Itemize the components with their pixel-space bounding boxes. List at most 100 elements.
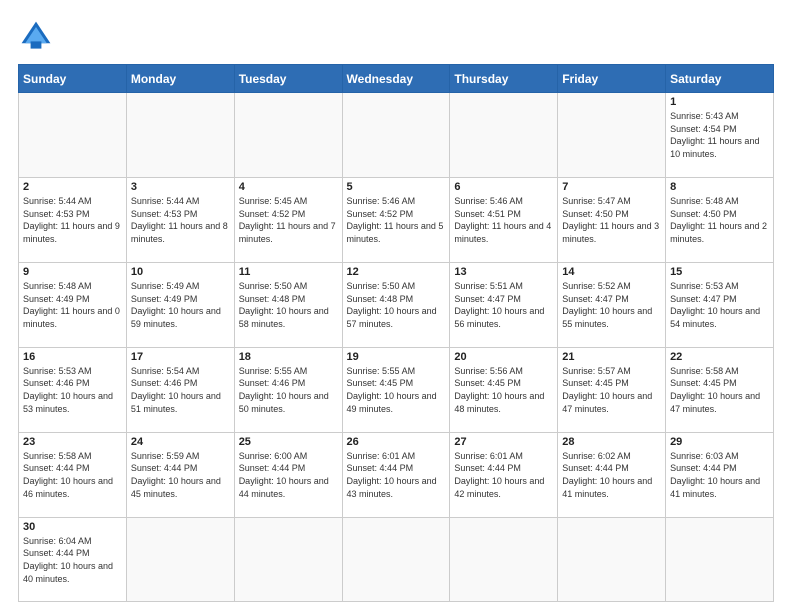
calendar-day-cell [342, 517, 450, 601]
day-number: 13 [454, 266, 553, 278]
day-number: 8 [670, 181, 769, 193]
calendar-day-cell [450, 517, 558, 601]
day-info: Sunrise: 5:43 AM Sunset: 4:54 PM Dayligh… [670, 110, 769, 160]
day-info: Sunrise: 6:00 AM Sunset: 4:44 PM Dayligh… [239, 450, 338, 500]
calendar-day-cell: 24Sunrise: 5:59 AM Sunset: 4:44 PM Dayli… [126, 432, 234, 517]
day-number: 18 [239, 351, 338, 363]
day-info: Sunrise: 5:44 AM Sunset: 4:53 PM Dayligh… [131, 195, 230, 245]
day-number: 28 [562, 436, 661, 448]
day-number: 29 [670, 436, 769, 448]
day-info: Sunrise: 5:48 AM Sunset: 4:49 PM Dayligh… [23, 280, 122, 330]
calendar-day-cell: 20Sunrise: 5:56 AM Sunset: 4:45 PM Dayli… [450, 347, 558, 432]
calendar-day-cell: 25 Sunrise: 6:00 AM Sunset: 4:44 PM Dayli… [234, 432, 342, 517]
day-info: Sunrise: 5:52 AM Sunset: 4:47 PM Dayligh… [562, 280, 661, 330]
calendar-day-cell: 3 Sunrise: 5:44 AM Sunset: 4:53 PM Daylig… [126, 177, 234, 262]
calendar-day-cell: 30Sunrise: 6:04 AM Sunset: 4:44 PM Dayli… [19, 517, 127, 601]
calendar-day-cell: 16 Sunrise: 5:53 AM Sunset: 4:46 PM Dayli… [19, 347, 127, 432]
day-number: 11 [239, 266, 338, 278]
calendar-day-cell: 4 Sunrise: 5:45 AM Sunset: 4:52 PM Daylig… [234, 177, 342, 262]
day-info: Sunrise: 5:48 AM Sunset: 4:50 PM Dayligh… [670, 195, 769, 245]
calendar-week-row: 1 Sunrise: 5:43 AM Sunset: 4:54 PM Daylig… [19, 93, 774, 178]
day-number: 4 [239, 181, 338, 193]
calendar-day-cell: 1 Sunrise: 5:43 AM Sunset: 4:54 PM Daylig… [666, 93, 774, 178]
calendar-day-cell [342, 93, 450, 178]
calendar-day-cell: 5 Sunrise: 5:46 AM Sunset: 4:52 PM Daylig… [342, 177, 450, 262]
day-info: Sunrise: 5:53 AM Sunset: 4:46 PM Dayligh… [23, 365, 122, 415]
calendar-table: SundayMondayTuesdayWednesdayThursdayFrid… [18, 64, 774, 602]
calendar-day-cell: 12Sunrise: 5:50 AM Sunset: 4:48 PM Dayli… [342, 262, 450, 347]
day-number: 16 [23, 351, 122, 363]
day-number: 14 [562, 266, 661, 278]
calendar-week-row: 9 Sunrise: 5:48 AM Sunset: 4:49 PM Daylig… [19, 262, 774, 347]
weekday-header-friday: Friday [558, 65, 666, 93]
day-number: 26 [347, 436, 446, 448]
day-number: 3 [131, 181, 230, 193]
calendar-day-cell [126, 517, 234, 601]
day-number: 12 [347, 266, 446, 278]
page: SundayMondayTuesdayWednesdayThursdayFrid… [0, 0, 792, 612]
day-info: Sunrise: 5:44 AM Sunset: 4:53 PM Dayligh… [23, 195, 122, 245]
day-info: Sunrise: 5:50 AM Sunset: 4:48 PM Dayligh… [239, 280, 338, 330]
weekday-header-thursday: Thursday [450, 65, 558, 93]
calendar-day-cell [558, 517, 666, 601]
day-info: Sunrise: 5:55 AM Sunset: 4:45 PM Dayligh… [347, 365, 446, 415]
calendar-week-row: 2Sunrise: 5:44 AM Sunset: 4:53 PM Daylig… [19, 177, 774, 262]
day-number: 9 [23, 266, 122, 278]
day-number: 6 [454, 181, 553, 193]
calendar-day-cell [126, 93, 234, 178]
day-number: 25 [239, 436, 338, 448]
calendar-day-cell: 22Sunrise: 5:58 AM Sunset: 4:45 PM Dayli… [666, 347, 774, 432]
header [18, 18, 774, 54]
calendar-day-cell [450, 93, 558, 178]
day-info: Sunrise: 5:53 AM Sunset: 4:47 PM Dayligh… [670, 280, 769, 330]
day-number: 27 [454, 436, 553, 448]
calendar-week-row: 16 Sunrise: 5:53 AM Sunset: 4:46 PM Dayli… [19, 347, 774, 432]
calendar-day-cell: 7Sunrise: 5:47 AM Sunset: 4:50 PM Daylig… [558, 177, 666, 262]
day-info: Sunrise: 6:03 AM Sunset: 4:44 PM Dayligh… [670, 450, 769, 500]
day-number: 17 [131, 351, 230, 363]
day-info: Sunrise: 5:49 AM Sunset: 4:49 PM Dayligh… [131, 280, 230, 330]
calendar-day-cell: 15 Sunrise: 5:53 AM Sunset: 4:47 PM Dayli… [666, 262, 774, 347]
calendar-day-cell: 28 Sunrise: 6:02 AM Sunset: 4:44 PM Dayli… [558, 432, 666, 517]
calendar-day-cell: 18Sunrise: 5:55 AM Sunset: 4:46 PM Dayli… [234, 347, 342, 432]
day-info: Sunrise: 6:01 AM Sunset: 4:44 PM Dayligh… [347, 450, 446, 500]
day-number: 21 [562, 351, 661, 363]
day-number: 5 [347, 181, 446, 193]
calendar-day-cell: 17Sunrise: 5:54 AM Sunset: 4:46 PM Dayli… [126, 347, 234, 432]
day-number: 20 [454, 351, 553, 363]
calendar-day-cell: 13Sunrise: 5:51 AM Sunset: 4:47 PM Dayli… [450, 262, 558, 347]
day-info: Sunrise: 5:45 AM Sunset: 4:52 PM Dayligh… [239, 195, 338, 245]
weekday-header-saturday: Saturday [666, 65, 774, 93]
day-number: 10 [131, 266, 230, 278]
calendar-day-cell [19, 93, 127, 178]
day-info: Sunrise: 5:46 AM Sunset: 4:51 PM Dayligh… [454, 195, 553, 245]
calendar-day-cell: 26 Sunrise: 6:01 AM Sunset: 4:44 PM Dayli… [342, 432, 450, 517]
logo [18, 18, 60, 54]
calendar-day-cell: 21 Sunrise: 5:57 AM Sunset: 4:45 PM Dayli… [558, 347, 666, 432]
calendar-header-row: SundayMondayTuesdayWednesdayThursdayFrid… [19, 65, 774, 93]
calendar-day-cell [558, 93, 666, 178]
calendar-day-cell: 27 Sunrise: 6:01 AM Sunset: 4:44 PM Dayli… [450, 432, 558, 517]
day-number: 19 [347, 351, 446, 363]
calendar-day-cell [234, 517, 342, 601]
calendar-week-row: 30Sunrise: 6:04 AM Sunset: 4:44 PM Dayli… [19, 517, 774, 601]
weekday-header-tuesday: Tuesday [234, 65, 342, 93]
day-info: Sunrise: 5:46 AM Sunset: 4:52 PM Dayligh… [347, 195, 446, 245]
day-number: 1 [670, 96, 769, 108]
calendar-day-cell: 14 Sunrise: 5:52 AM Sunset: 4:47 PM Dayli… [558, 262, 666, 347]
calendar-week-row: 23 Sunrise: 5:58 AM Sunset: 4:44 PM Dayli… [19, 432, 774, 517]
day-info: Sunrise: 5:58 AM Sunset: 4:44 PM Dayligh… [23, 450, 122, 500]
calendar-day-cell: 11 Sunrise: 5:50 AM Sunset: 4:48 PM Dayli… [234, 262, 342, 347]
calendar-day-cell [234, 93, 342, 178]
day-info: Sunrise: 5:59 AM Sunset: 4:44 PM Dayligh… [131, 450, 230, 500]
calendar-day-cell: 9 Sunrise: 5:48 AM Sunset: 4:49 PM Daylig… [19, 262, 127, 347]
calendar-day-cell: 6 Sunrise: 5:46 AM Sunset: 4:51 PM Daylig… [450, 177, 558, 262]
day-info: Sunrise: 5:57 AM Sunset: 4:45 PM Dayligh… [562, 365, 661, 415]
day-info: Sunrise: 6:01 AM Sunset: 4:44 PM Dayligh… [454, 450, 553, 500]
day-number: 22 [670, 351, 769, 363]
day-number: 23 [23, 436, 122, 448]
calendar-day-cell: 29 Sunrise: 6:03 AM Sunset: 4:44 PM Dayli… [666, 432, 774, 517]
day-number: 7 [562, 181, 661, 193]
day-info: Sunrise: 6:02 AM Sunset: 4:44 PM Dayligh… [562, 450, 661, 500]
day-number: 15 [670, 266, 769, 278]
